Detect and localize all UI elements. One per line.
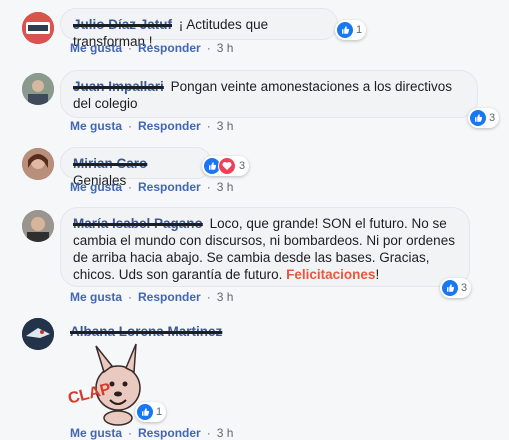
- comment-actions: Me gusta · Responder · 3 h: [70, 426, 234, 440]
- reaction-count[interactable]: 3: [468, 108, 500, 128]
- reply-button[interactable]: Responder: [138, 426, 201, 440]
- avatar[interactable]: [22, 12, 54, 44]
- comment-bubble: Julio Díaz Jatuf ¡ Actitudes que transfo…: [60, 8, 338, 49]
- like-button[interactable]: Me gusta: [70, 290, 122, 304]
- comment-actions: Me gusta · Responder · 3 h: [70, 119, 234, 133]
- reaction-number: 3: [489, 112, 496, 124]
- comment-time[interactable]: 3 h: [217, 41, 234, 55]
- like-icon: [137, 404, 153, 420]
- reaction-number: 3: [239, 160, 246, 172]
- reaction-number: 1: [356, 24, 363, 36]
- comment-author[interactable]: Mirian Caro: [73, 156, 147, 171]
- comment-time[interactable]: 3 h: [217, 426, 234, 440]
- comment-bubble: María Isabel Pagano Loco, que grande! SO…: [60, 207, 470, 287]
- comment-author[interactable]: Julio Díaz Jatuf: [73, 17, 172, 32]
- reaction-count[interactable]: 1: [335, 20, 367, 40]
- reply-button[interactable]: Responder: [138, 290, 201, 304]
- avatar[interactable]: [22, 73, 54, 105]
- comment-author-line: Albana Lorena Martinez: [70, 324, 225, 339]
- like-button[interactable]: Me gusta: [70, 41, 122, 55]
- comment-author[interactable]: Juan Impallari: [73, 79, 164, 94]
- hashtag-highlight[interactable]: Felicitaciones: [286, 267, 375, 282]
- reply-button[interactable]: Responder: [138, 119, 201, 133]
- avatar[interactable]: [22, 148, 54, 180]
- reaction-number: 3: [461, 282, 468, 294]
- comment-time[interactable]: 3 h: [217, 290, 234, 304]
- like-button[interactable]: Me gusta: [70, 180, 122, 194]
- reaction-number: 1: [156, 406, 163, 418]
- comment-author[interactable]: María Isabel Pagano: [73, 216, 203, 231]
- like-icon: [470, 110, 486, 126]
- comment-actions: Me gusta · Responder · 3 h: [70, 41, 234, 55]
- like-button[interactable]: Me gusta: [70, 426, 122, 440]
- avatar[interactable]: [22, 210, 54, 242]
- comment-bubble: Mirian Caro Geniales: [60, 147, 212, 188]
- reaction-count[interactable]: 1: [135, 402, 167, 422]
- comment-time[interactable]: 3 h: [217, 180, 234, 194]
- reply-button[interactable]: Responder: [138, 41, 201, 55]
- like-icon: [337, 22, 353, 38]
- like-button[interactable]: Me gusta: [70, 119, 122, 133]
- comment-actions: Me gusta · Responder · 3 h: [70, 180, 234, 194]
- love-icon: [218, 157, 236, 175]
- like-icon: [442, 280, 458, 296]
- comment-text-end: !: [375, 267, 380, 282]
- avatar[interactable]: [22, 318, 54, 350]
- reaction-count[interactable]: 3: [440, 278, 472, 298]
- reaction-count[interactable]: 3: [202, 156, 250, 176]
- reply-button[interactable]: Responder: [138, 180, 201, 194]
- comment-actions: Me gusta · Responder · 3 h: [70, 290, 234, 304]
- comment-bubble: Juan Impallari Pongan veinte amonestacio…: [60, 70, 478, 118]
- comment-author[interactable]: Albana Lorena Martinez: [70, 324, 222, 339]
- comment-time[interactable]: 3 h: [217, 119, 234, 133]
